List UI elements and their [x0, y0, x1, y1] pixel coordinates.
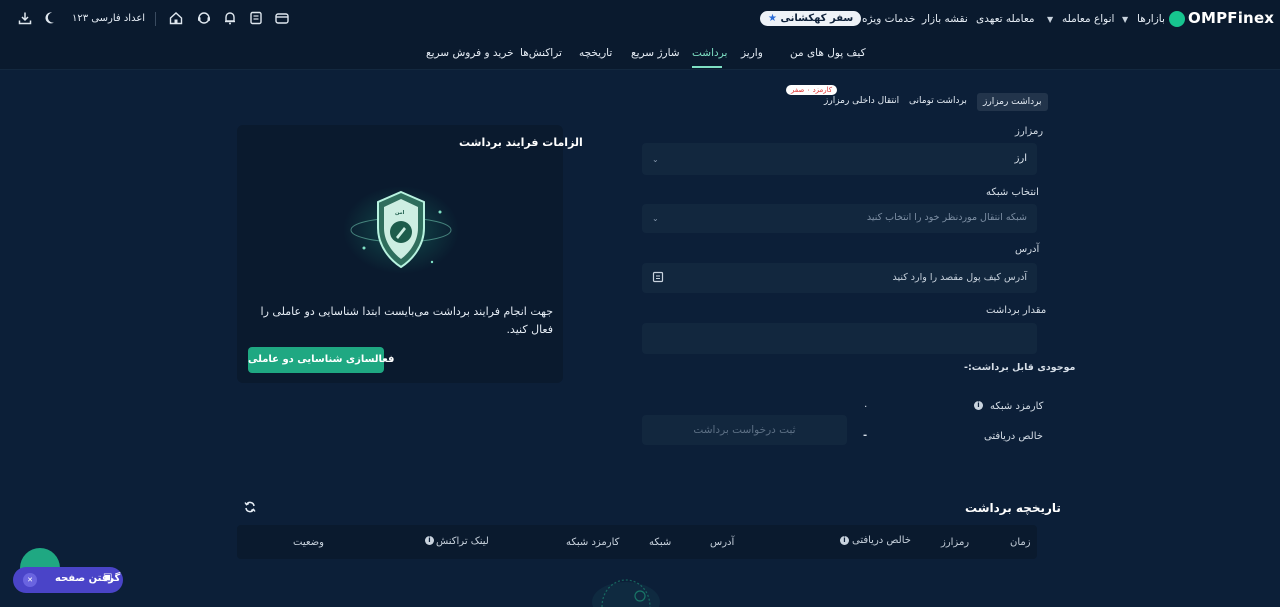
- tab-withdraw[interactable]: برداشت: [692, 47, 727, 59]
- nav-market-map[interactable]: نقشه بازار: [922, 13, 968, 25]
- address-placeholder: آدرس کیف پول مقصد را وارد کنید: [892, 272, 1027, 283]
- network-placeholder: شبکه انتقال موردنظر خود را انتخاب کنید: [866, 212, 1027, 223]
- crypto-select[interactable]: ارز ⌄: [642, 143, 1037, 175]
- tab-transactions[interactable]: تراکنش‌ها: [520, 47, 562, 59]
- col-status: وضعیت: [293, 537, 324, 548]
- amount-label: مقدار برداشت: [986, 305, 1047, 316]
- bell-icon[interactable]: [223, 11, 237, 25]
- orders-icon[interactable]: [249, 11, 263, 25]
- refresh-icon[interactable]: [244, 501, 256, 513]
- available-balance: موجودی قابل برداشت:-: [964, 362, 1076, 373]
- info-icon[interactable]: i: [974, 401, 983, 410]
- nav-special-services[interactable]: خدمات ویژه: [862, 13, 915, 25]
- tab-toman-withdraw[interactable]: برداشت تومانی: [909, 96, 967, 106]
- chevron-down-icon: ▼: [1047, 15, 1054, 24]
- wallet-icon[interactable]: [275, 11, 289, 25]
- col-tx-link: لینک تراکنش: [436, 536, 489, 547]
- network-select[interactable]: شبکه انتقال موردنظر خود را انتخاب کنید ⌄: [642, 204, 1037, 233]
- network-label: انتخاب شبکه: [986, 187, 1039, 198]
- tab-history[interactable]: تاریخچه: [579, 47, 612, 59]
- logo[interactable]: OMPFinex: [1188, 9, 1274, 27]
- info-icon[interactable]: i: [425, 536, 434, 545]
- amount-input[interactable]: [642, 323, 1037, 354]
- submit-withdraw-button[interactable]: ثبت درخواست برداشت: [642, 415, 847, 445]
- screenshot-button[interactable]: ✕ گرفتن صفحه ▣: [13, 567, 123, 593]
- tab-crypto-withdraw[interactable]: برداشت رمزارز: [977, 93, 1048, 111]
- crypto-select-value: ارز: [1014, 153, 1027, 164]
- moon-icon[interactable]: [44, 11, 58, 25]
- galaxy-journey-badge[interactable]: ★ سفر کهکشانی: [760, 11, 862, 26]
- col-crypto: رمزارز: [941, 537, 970, 548]
- empty-state-illustration: [592, 579, 660, 607]
- col-address: آدرس: [710, 537, 735, 548]
- chevron-down-icon: ⌄: [652, 214, 659, 223]
- nav-markets[interactable]: بازارها: [1137, 13, 1165, 25]
- col-net-received: خالص دریافتی: [852, 535, 911, 546]
- active-tab-indicator: [692, 66, 722, 68]
- network-fee-label: کارمزد شبکه: [990, 401, 1044, 412]
- nav-trade-types[interactable]: انواع معامله: [1062, 13, 1114, 25]
- net-received-value: -: [863, 430, 868, 441]
- col-network-fee: کارمزد شبکه: [566, 537, 620, 548]
- tab-my-wallets[interactable]: کیف پول های من: [790, 47, 866, 59]
- close-icon[interactable]: ✕: [23, 573, 37, 587]
- address-label: آدرس: [1015, 244, 1040, 255]
- network-fee-value: ۰: [863, 401, 869, 412]
- requirements-title: الزامات فرایند برداشت: [459, 136, 583, 149]
- tab-quick-charge[interactable]: شارژ سریع: [631, 47, 680, 59]
- logo-icon[interactable]: [1169, 11, 1185, 27]
- net-received-label: خالص دریافتی: [984, 431, 1043, 442]
- tab-quick-buy-sell[interactable]: خرید و فروش سریع: [426, 47, 514, 59]
- info-icon[interactable]: i: [840, 536, 849, 545]
- star-icon: ★: [768, 13, 777, 24]
- enable-2fa-button[interactable]: فعالسازی شناسایی دو عاملی: [248, 347, 394, 373]
- history-table-header: [237, 525, 1037, 559]
- col-network: شبکه: [649, 537, 672, 548]
- download-icon[interactable]: [18, 11, 32, 25]
- zero-fee-badge: کارمزد ۰ صفر: [786, 85, 838, 95]
- tab-internal-transfer[interactable]: انتقال داخلی رمزارز: [824, 96, 899, 106]
- chevron-down-icon: ▼: [1122, 15, 1129, 24]
- camera-icon: ▣: [103, 572, 113, 583]
- home-icon[interactable]: [169, 11, 183, 25]
- paste-icon[interactable]: [652, 271, 664, 283]
- tab-deposit[interactable]: واریز: [741, 47, 763, 59]
- col-time: زمان: [1010, 537, 1031, 548]
- chevron-down-icon: ⌄: [652, 155, 659, 164]
- history-title: تاریخچه برداشت: [965, 501, 1061, 515]
- nav-futures[interactable]: معامله تعهدی: [976, 13, 1035, 25]
- support-icon[interactable]: [197, 11, 211, 25]
- crypto-label: رمزارز: [1015, 126, 1044, 137]
- divider: [155, 12, 156, 26]
- requirements-text: جهت انجام فرایند برداشت می‌بایست ابتدا ش…: [260, 305, 553, 336]
- shield-mark: امن: [395, 210, 405, 216]
- shield-illustration: [343, 186, 459, 274]
- persian-digits-toggle[interactable]: اعداد فارسی ۱۲۳: [72, 13, 145, 24]
- address-input[interactable]: آدرس کیف پول مقصد را وارد کنید: [642, 263, 1037, 293]
